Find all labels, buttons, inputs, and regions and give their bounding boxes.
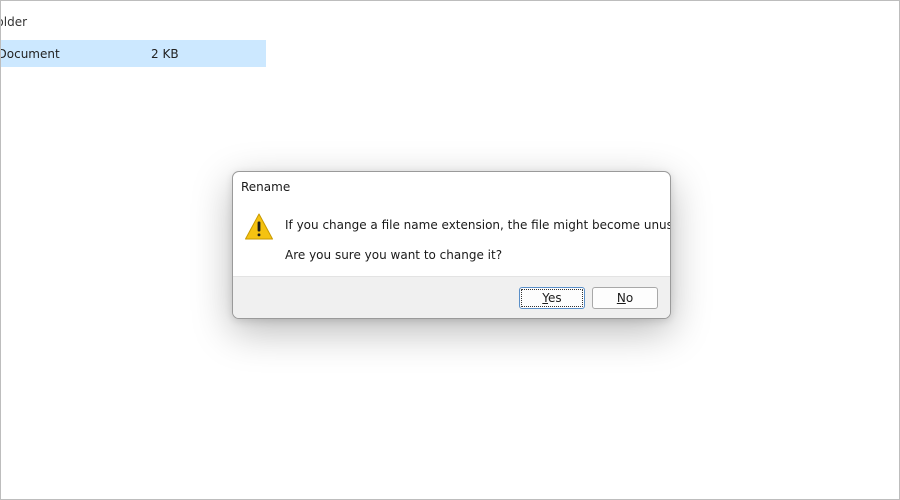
file-size-cell: 2 KB — [151, 47, 179, 61]
yes-button[interactable]: Yes — [519, 287, 585, 309]
file-type-cell: t Document — [0, 47, 60, 61]
dialog-message: If you change a file name extension, the… — [285, 218, 671, 232]
no-button[interactable]: No — [592, 287, 658, 309]
dialog-title: Rename — [241, 180, 291, 194]
rename-dialog: Rename If you change a file name extensi… — [232, 171, 671, 319]
dialog-question: Are you sure you want to change it? — [285, 248, 503, 262]
dialog-footer: Yes No — [233, 276, 670, 318]
explorer-window: e folder t Document 2 KB Rename If you c… — [0, 0, 900, 500]
folder-list-item[interactable]: e folder — [1, 15, 28, 29]
selected-file-row[interactable]: t Document 2 KB — [1, 40, 266, 67]
folder-label: e folder — [1, 15, 28, 29]
warning-icon — [245, 213, 273, 240]
